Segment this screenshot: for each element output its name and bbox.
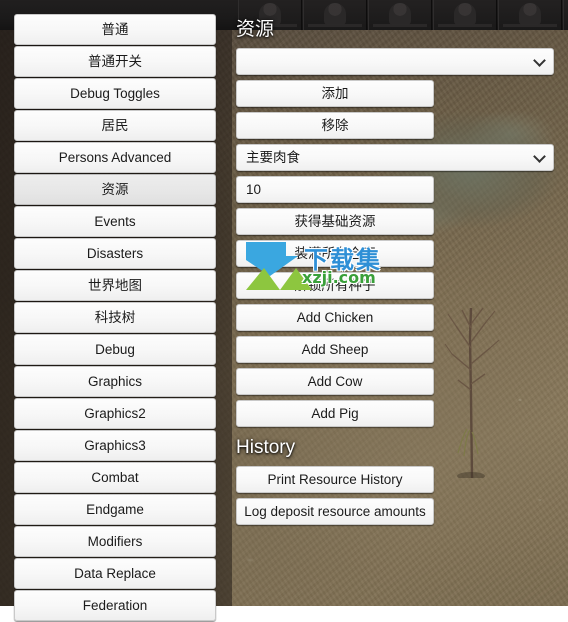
- sidebar-item-debug-toggles[interactable]: Debug Toggles: [14, 78, 216, 109]
- resources-section-title: 资源: [236, 19, 275, 40]
- sidebar-item-combat[interactable]: Combat: [14, 462, 216, 493]
- add-cow-button[interactable]: Add Cow: [236, 368, 434, 395]
- log-deposit-resource-amounts-button[interactable]: Log deposit resource amounts: [236, 498, 434, 525]
- sidebar-item-normal-toggles[interactable]: 普通开关: [14, 46, 216, 77]
- sidebar-item-events[interactable]: Events: [14, 206, 216, 237]
- get-base-resources-button[interactable]: 获得基础资源: [236, 208, 434, 235]
- portrait-slot: [433, 0, 497, 30]
- amount-input[interactable]: 10: [236, 176, 434, 203]
- sidebar-item-world-map[interactable]: 世界地图: [14, 270, 216, 301]
- sidebar-item-residents[interactable]: 居民: [14, 110, 216, 141]
- remove-button[interactable]: 移除: [236, 112, 434, 139]
- sidebar-item-resources[interactable]: 资源: [14, 174, 216, 205]
- amount-input-value: 10: [246, 182, 262, 197]
- add-sheep-button[interactable]: Add Sheep: [236, 336, 434, 363]
- sidebar-item-data-replace[interactable]: Data Replace: [14, 558, 216, 589]
- fill-all-storage-button[interactable]: 装满所有仓库: [236, 240, 434, 267]
- add-pig-button[interactable]: Add Pig: [236, 400, 434, 427]
- add-chicken-button[interactable]: Add Chicken: [236, 304, 434, 331]
- portrait-slot: [303, 0, 367, 30]
- portrait-slot: [563, 0, 568, 30]
- chevron-down-icon: [533, 53, 546, 67]
- sidebar-item-persons-advanced[interactable]: Persons Advanced: [14, 142, 216, 173]
- chevron-down-icon: [533, 149, 546, 163]
- food-type-select-value: 主要肉食: [246, 150, 300, 165]
- unlock-all-seeds-button[interactable]: 解锁所有种子: [236, 272, 434, 299]
- sidebar-item-debug[interactable]: Debug: [14, 334, 216, 365]
- sidebar-menu: 普通 普通开关 Debug Toggles 居民 Persons Advance…: [14, 14, 216, 622]
- history-section-title: History: [236, 437, 296, 458]
- sidebar-item-graphics3[interactable]: Graphics3: [14, 430, 216, 461]
- sidebar-item-normal[interactable]: 普通: [14, 14, 216, 45]
- sidebar-item-disasters[interactable]: Disasters: [14, 238, 216, 269]
- sidebar-item-endgame[interactable]: Endgame: [14, 494, 216, 525]
- sidebar-item-tech-tree[interactable]: 科技树: [14, 302, 216, 333]
- add-button[interactable]: 添加: [236, 80, 434, 107]
- sidebar-item-graphics2[interactable]: Graphics2: [14, 398, 216, 429]
- resource-type-select[interactable]: [236, 48, 554, 75]
- sidebar-item-modifiers[interactable]: Modifiers: [14, 526, 216, 557]
- sidebar-item-graphics[interactable]: Graphics: [14, 366, 216, 397]
- print-resource-history-button[interactable]: Print Resource History: [236, 466, 434, 493]
- portrait-slot: [368, 0, 432, 30]
- portrait-slot: [498, 0, 562, 30]
- food-type-select[interactable]: 主要肉食: [236, 144, 554, 171]
